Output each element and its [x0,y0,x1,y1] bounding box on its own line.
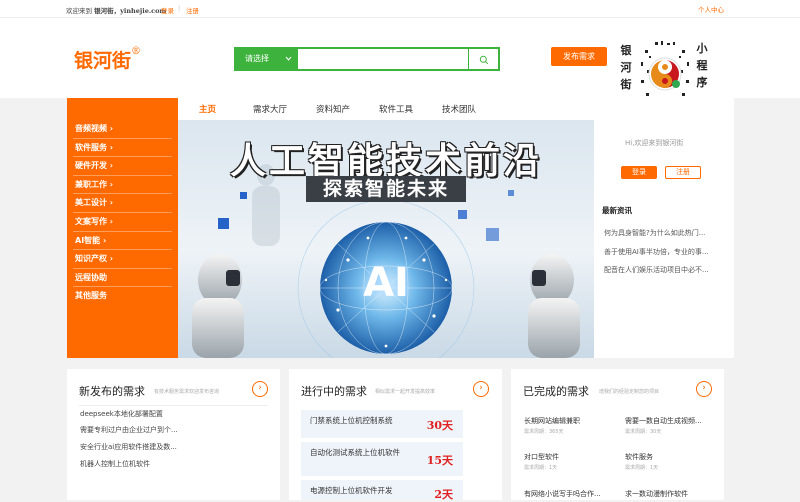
chevron-right-icon: › [109,216,114,226]
chevron-right-icon: › [109,254,114,264]
category-item-design[interactable]: 美工设计 › [73,194,172,213]
category-item-remote[interactable]: 远程协助 [73,269,172,288]
completed-item-meta: 需求周期：30天 [625,429,662,435]
completed-item-meta: 需求周期：1天 [625,465,659,471]
progress-row[interactable]: 电源控制上位机软件开发 2天 [301,480,463,501]
card-subtitle: 相似需求一起开发提高效率 [375,389,436,395]
chevron-right-icon: › [109,179,114,189]
row-days: 15天 [426,454,453,467]
header: 银河街® 请选择 发布需求 银河街 小 程 序 [0,18,800,106]
tab-software-tools[interactable]: 软件工具 [379,103,413,115]
category-item-audio-video[interactable]: 音频视频 › [73,120,172,139]
search-icon [479,50,489,69]
welcome-text: 欢迎来到 银河街，yinhejie.com [66,7,167,15]
card-subtitle: 增我们的经验定制您的项目 [599,389,660,395]
completed-item-title[interactable]: 软件服务 [625,452,653,462]
category-item-software[interactable]: 软件服务 › [73,139,172,158]
news-item[interactable]: 何为具身智能?为什么如此热门... [604,228,705,238]
search-input[interactable] [298,49,468,69]
list-item[interactable]: 机器人控制上位机软件 [80,459,150,469]
tab-resources[interactable]: 资料知产 [316,103,350,115]
site-logo[interactable]: 银河街® [74,46,141,73]
top-login-link[interactable]: 登录 [161,5,174,15]
more-arrow-icon[interactable]: › [696,381,712,397]
news-item[interactable]: 善于使用AI事半功倍，专业的事... [604,247,709,257]
registered-mark: ® [131,46,142,57]
completed-item-title[interactable]: 长期网站编辑兼职 [524,416,580,426]
qr-right-text: 小程序 [696,42,708,89]
list-item[interactable]: 需要专利过户由企业过户到个... [80,425,178,435]
row-title: 自动化测试系统上位机软件 [310,448,400,457]
search-category-select[interactable]: 请选择 [236,49,298,69]
user-center-link[interactable]: 个人中心 [698,4,724,14]
category-item-copywriting[interactable]: 文案写作 › [73,213,172,232]
progress-row[interactable]: 自动化测试系统上位机软件 15天 [301,442,463,476]
card-title: 已完成的需求 [523,385,589,398]
top-register-link[interactable]: 注册 [186,5,199,15]
chevron-right-icon: › [102,235,107,245]
card-title: 进行中的需求 [301,385,367,398]
row-days: 30天 [426,419,453,432]
more-arrow-icon[interactable]: › [252,381,268,397]
panel-register-button[interactable]: 注册 [665,166,701,179]
row-title: 电源控制上位机软件开发 [310,486,393,495]
search-button[interactable] [468,49,498,69]
progress-row[interactable]: 门禁系统上位机控制系统 30天 [301,410,463,438]
banner-ai-badge: AI [363,260,409,306]
completed-item-title[interactable]: 需要一数自动生成视频... [625,416,702,426]
chevron-right-icon: › [109,198,114,208]
main-nav: 主页 需求大厅 资料知产 软件工具 技术团队 [178,98,594,120]
qr-left-text: 银河街 [620,44,632,91]
completed-item-meta: 需求周期：1天 [524,465,558,471]
tab-tech-team[interactable]: 技术团队 [442,103,476,115]
category-item-other[interactable]: 其他服务 [73,287,172,306]
card-title: 新发布的需求 [79,385,145,398]
tab-demand-hall[interactable]: 需求大厅 [253,103,287,115]
user-panel: Hi,欢迎来到银河街 登录 注册 最新资讯 何为具身智能?为什么如此热门... … [594,98,734,358]
list-item[interactable]: deepseek本地化部署配置 [80,409,163,419]
news-heading: 最新资讯 [602,206,632,215]
category-item-parttime[interactable]: 兼职工作 › [73,176,172,195]
panel-login-button[interactable]: 登录 [621,166,657,179]
completed-card: 已完成的需求 增我们的经验定制您的项目 › 长期网站编辑兼职 需求周期：365天… [511,369,724,500]
tab-home[interactable]: 主页 [199,103,216,115]
hero-banner[interactable]: 人工智能技术前沿 探索智能未来 AI [178,120,594,358]
list-item[interactable]: 安全行业ai应用软件搭建及数... [80,442,177,452]
news-item[interactable]: 配音在人们娱乐活动项目中必不... [604,265,709,275]
chevron-right-icon: › [109,161,114,171]
divider [79,405,268,406]
top-separator: | [178,4,181,12]
banner-subtitle: 探索智能未来 [306,176,466,202]
in-progress-card: 进行中的需求 相似需求一起开发提高效率 › 门禁系统上位机控制系统 30天 自动… [289,369,502,501]
completed-item-meta: 需求周期：365天 [524,429,564,435]
row-title: 门禁系统上位机控制系统 [310,416,393,425]
card-subtitle: 有技术服务需求欢迎发布咨询 [154,389,220,395]
more-arrow-icon[interactable]: › [473,381,489,397]
top-bar: 欢迎来到 银河街，yinhejie.com 登录 | 注册 个人中心 [0,0,800,18]
site-domain: 银河街，yinhejie.com [94,7,167,15]
completed-item-title[interactable]: 对口型软件 [524,452,559,462]
completed-item-title[interactable]: 有网络小说写手吗合作... [524,489,601,499]
new-demands-card: 新发布的需求 有技术服务需求欢迎发布咨询 › deepseek本地化部署配置 需… [67,369,280,500]
chevron-right-icon: › [109,124,114,133]
category-item-ip[interactable]: 知识产权 › [73,250,172,269]
chevron-down-icon [285,49,292,77]
chevron-right-icon: › [109,142,114,152]
category-item-hardware[interactable]: 硬件开发 › [73,157,172,176]
search-bar: 请选择 [234,47,500,71]
category-menu: 音频视频 › 软件服务 › 硬件开发 › 兼职工作 › 美工设计 › 文案写作 … [67,98,178,358]
greeting-text: Hi,欢迎来到银河街 [625,139,684,147]
category-item-ai[interactable]: AI智能 › [73,232,172,251]
completed-item-title[interactable]: 求一数动漫制作软件 [625,489,688,499]
publish-request-button[interactable]: 发布需求 [551,47,607,66]
